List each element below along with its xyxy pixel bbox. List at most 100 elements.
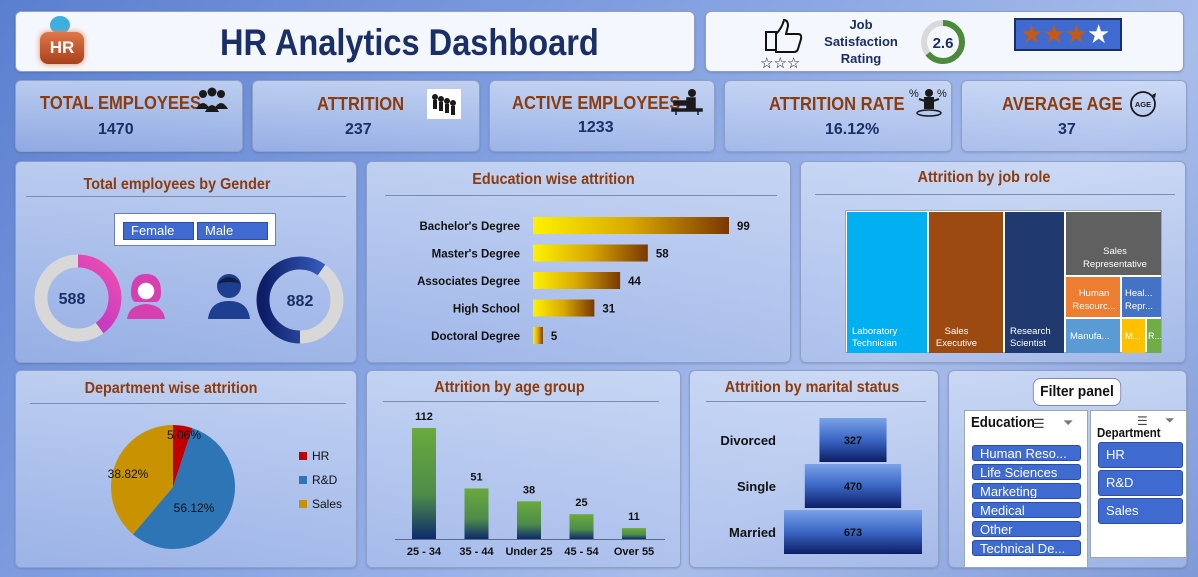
education-item[interactable]: Other (972, 521, 1081, 537)
tile-label: Laboratory Technician (852, 326, 898, 349)
satisfaction-label: Job Satisfaction Rating (816, 16, 906, 67)
tile-label: Heal... Repr... (1125, 288, 1153, 312)
legend-swatch (299, 476, 307, 484)
kpi-active-employees: ACTIVE EMPLOYEES 1233 (489, 80, 715, 152)
legend-swatch (299, 452, 307, 460)
pie-value-label: 56.12% (174, 501, 215, 515)
title-card: HR HR Analytics Dashboard (15, 11, 695, 72)
education-item[interactable]: Technical De... (972, 540, 1081, 556)
education-bar (533, 217, 729, 234)
education-chart: Bachelor's Degree 99 Master's Degree 58 Asso… (417, 217, 750, 344)
education-card: Education wise attrition Bachelor's Degr… (366, 161, 791, 363)
department-card: Department wise attrition 5.06% 56.12% 38.… (15, 370, 357, 568)
age-tick-label: 25 - 34 (407, 546, 442, 558)
kpi-value: 237 (345, 121, 372, 138)
kpi-value: 1470 (98, 121, 134, 138)
tile-label: M... (1125, 331, 1141, 342)
education-tick-label: Bachelor's Degree (419, 221, 520, 233)
age-title: Attrition by age group (434, 379, 585, 396)
tile-healthcare-representative: Heal... Repr... (1122, 277, 1161, 317)
kpi-attrition-rate: ATTRITION RATE 16.12% % % (724, 80, 952, 152)
education-item[interactable]: Life Sciences (972, 464, 1081, 480)
education-slicer-header: Education (971, 414, 1035, 431)
education-value-label: 31 (602, 304, 615, 316)
svg-text:%: % (909, 88, 919, 100)
percent-person-icon: % % (909, 88, 947, 117)
education-tick-label: Doctoral Degree (431, 331, 520, 343)
tile-label: Research Scientist (1010, 326, 1051, 349)
satisfaction-label-line3: Rating (840, 51, 882, 66)
page-title: HR Analytics Dashboard (220, 22, 599, 63)
education-slicer: Education ☰ ⏷ Human Reso... Life Science… (964, 410, 1088, 568)
education-item[interactable]: Medical (972, 502, 1081, 518)
age-tick-label: Under 25 (505, 546, 552, 558)
tile-label: R... (1148, 331, 1161, 341)
jobrole-title: Attrition by job role (917, 169, 1051, 186)
tile-label: Manufa... (1070, 331, 1110, 342)
department-item[interactable]: Sales (1098, 498, 1183, 524)
education-value-label: 44 (628, 276, 641, 288)
tile-research-scientist: Research Scientist (1005, 212, 1064, 353)
age-bar (464, 488, 489, 539)
age-card: Attrition by age group 112 25 - 34 51 35 - … (366, 370, 681, 568)
clear-filter-icon[interactable]: ⏷ (1063, 415, 1073, 431)
education-bar (533, 299, 595, 317)
tile-laboratory-technician: Laboratory Technician (847, 212, 927, 353)
education-bar (533, 244, 648, 262)
gender-filter: Female Male (114, 213, 276, 246)
female-count: 588 (59, 291, 86, 308)
department-title: Department wise attrition (84, 380, 258, 397)
clear-filter-icon[interactable]: ⏷ (1165, 413, 1175, 428)
gender-filter-female[interactable]: Female (123, 222, 194, 240)
kpi-value: 37 (1058, 121, 1076, 138)
marital-value-label: 327 (844, 435, 862, 447)
kpi-value: 1233 (578, 119, 614, 136)
hr-logo: HR (36, 16, 88, 68)
age-icon: AGE (1130, 91, 1156, 117)
people-group-icon (196, 87, 228, 112)
marital-tick-label: Single (737, 479, 776, 494)
filter-panel-card: Filter panel Education ☰ ⏷ Human Reso...… (948, 370, 1187, 568)
department-pie-chart: 5.06% 56.12% 38.82% HR R&D Sales (108, 425, 342, 549)
female-person-icon (127, 274, 165, 319)
kpi-total-employees: TOTAL EMPLOYEES 1470 (15, 80, 243, 152)
department-slicer-header: Department (1097, 425, 1161, 440)
marital-value-label: 470 (844, 481, 862, 493)
legend-swatch (299, 500, 307, 508)
pie-value-label: 38.82% (108, 467, 149, 481)
education-tick-label: High School (453, 304, 520, 316)
tile-label: Human Resourc... (1072, 288, 1116, 312)
age-value-label: 51 (470, 471, 482, 483)
tile-manufacturing-director: Manufa... (1066, 319, 1120, 353)
kpi-label: ATTRITION RATE (769, 94, 905, 114)
education-item[interactable]: Marketing (972, 483, 1081, 499)
tile-human-resources: Human Resourc... (1066, 277, 1120, 317)
department-item[interactable]: HR (1098, 442, 1183, 468)
marital-card: Attrition by marital status 327 Divorced 4… (689, 370, 939, 568)
age-tick-label: 45 - 54 (564, 546, 599, 558)
tile-manager: M... (1122, 319, 1145, 353)
tile-sales-executive: Sales Executive (929, 212, 1003, 353)
education-tick-label: Associates Degree (417, 276, 520, 288)
kpi-label: AVERAGE AGE (1002, 94, 1123, 114)
education-value-label: 99 (737, 221, 750, 233)
multi-select-icon[interactable]: ☰ (1033, 416, 1045, 432)
gender-filter-male[interactable]: Male (197, 222, 268, 240)
svg-text:☆☆☆: ☆☆☆ (760, 55, 800, 70)
legend-label: HR (312, 449, 330, 463)
marital-tick-label: Divorced (720, 433, 776, 448)
logo-text: HR (49, 38, 75, 57)
star-filled-icon: ★ (1042, 19, 1065, 49)
department-item[interactable]: R&D (1098, 470, 1183, 496)
age-value-label: 25 (575, 497, 587, 509)
desk-worker-icon (671, 89, 703, 115)
kpi-label: ATTRITION (317, 94, 405, 114)
satisfaction-label-line1: Job (849, 17, 873, 32)
section-divider (26, 196, 346, 197)
age-value-label: 11 (628, 511, 640, 523)
kpi-label: TOTAL EMPLOYEES (40, 93, 202, 113)
logo-badge: HR (40, 32, 84, 64)
education-item[interactable]: Human Reso... (972, 445, 1081, 461)
marital-tick-label: Married (729, 525, 776, 540)
satisfaction-label-line2: Satisfaction (824, 34, 898, 49)
